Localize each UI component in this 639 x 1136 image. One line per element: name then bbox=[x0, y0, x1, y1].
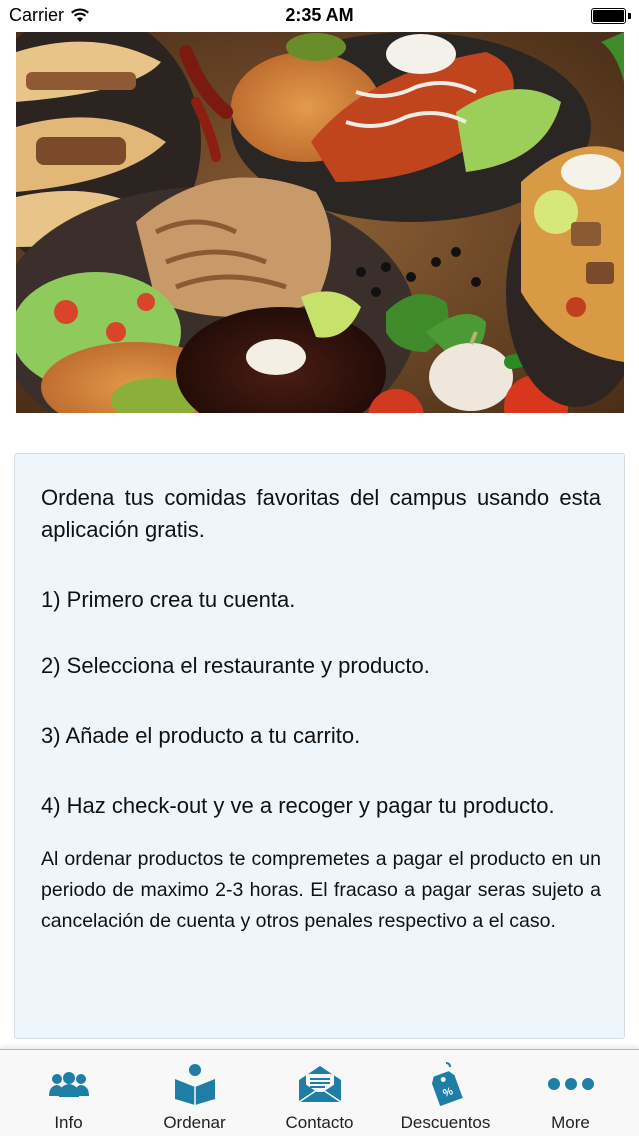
battery-icon bbox=[591, 8, 631, 24]
food-photo bbox=[16, 32, 624, 413]
status-bar: Carrier 2:35 AM bbox=[0, 0, 639, 32]
tab-contacto[interactable]: Contacto bbox=[256, 1050, 383, 1136]
discount-tag-icon: % bbox=[382, 1062, 509, 1107]
tab-bar: Info Ordenar Contacto % Descuentos More bbox=[0, 1049, 639, 1136]
people-icon bbox=[5, 1064, 132, 1104]
tab-descuentos[interactable]: % Descuentos bbox=[382, 1050, 509, 1136]
envelope-icon bbox=[256, 1064, 383, 1104]
tab-ordenar-label: Ordenar bbox=[163, 1113, 226, 1132]
step-2-text: 2) Selecciona el restaurante y producto. bbox=[41, 653, 430, 678]
tab-info-label: Info bbox=[54, 1113, 83, 1132]
step-4-text: 4) Haz check-out y ve a recoger y pagar … bbox=[41, 793, 555, 818]
intro-text: Ordena tus comidas favoritas del campus … bbox=[41, 485, 601, 542]
tab-ordenar[interactable]: Ordenar bbox=[131, 1050, 258, 1136]
more-dots-icon bbox=[507, 1064, 634, 1104]
tab-contacto-label: Contacto bbox=[285, 1113, 354, 1132]
hero-food-image bbox=[16, 32, 624, 413]
terms-text: Al ordenar productos te compremetes a pa… bbox=[41, 848, 601, 932]
status-time: 2:35 AM bbox=[285, 5, 354, 25]
order-person-icon bbox=[131, 1064, 258, 1105]
tab-more-label: More bbox=[551, 1113, 590, 1132]
tab-more[interactable]: More bbox=[507, 1050, 634, 1136]
info-text-block: Ordena tus comidas favoritas del campus … bbox=[41, 482, 601, 937]
info-card: Ordena tus comidas favoritas del campus … bbox=[14, 453, 625, 1039]
step-1-text: 1) Primero crea tu cuenta. bbox=[41, 587, 296, 612]
step-3-text: 3) Añade el producto a tu carrito. bbox=[41, 723, 361, 748]
tab-descuentos-label: Descuentos bbox=[400, 1113, 491, 1132]
tab-info[interactable]: Info bbox=[5, 1050, 132, 1136]
